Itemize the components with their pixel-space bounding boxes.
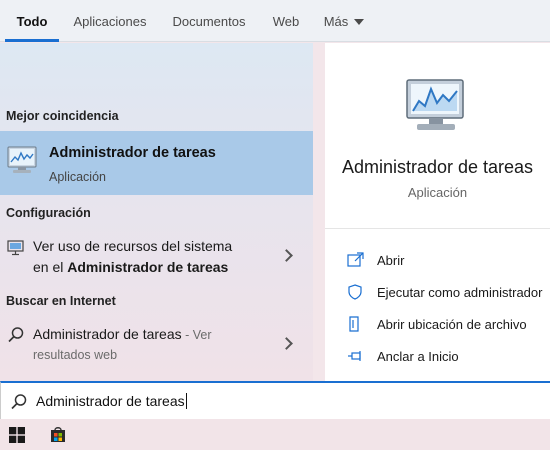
web-result[interactable]: Administrador de tareas - Ver resultados… xyxy=(0,320,313,370)
best-match-subtitle: Aplicación xyxy=(49,170,106,184)
chevron-right-icon[interactable] xyxy=(280,337,293,350)
search-icon xyxy=(10,393,28,416)
tab-mas[interactable]: Más xyxy=(318,0,370,42)
tab-documentos[interactable]: Documentos xyxy=(163,0,255,42)
action-run-as-admin[interactable]: Ejecutar como administrador xyxy=(347,284,542,300)
web-result-suffix: - Ver xyxy=(181,328,212,342)
text-cursor xyxy=(185,393,187,409)
section-settings: Configuración xyxy=(6,206,91,220)
section-best-match: Mejor coincidencia xyxy=(6,109,119,123)
store-icon[interactable] xyxy=(50,426,66,448)
monitor-settings-icon xyxy=(7,239,25,262)
settings-result[interactable]: Ver uso de recursos del sistema en el Ad… xyxy=(0,231,313,283)
task-manager-icon xyxy=(6,145,38,180)
search-tabs: Todo Aplicaciones Documentos Web Más xyxy=(0,0,550,42)
windows-start-icon[interactable] xyxy=(9,427,25,448)
web-result-line1: Administrador de tareas - Ver xyxy=(33,326,212,342)
action-label: Abrir ubicación de archivo xyxy=(377,316,527,332)
section-web: Buscar en Internet xyxy=(6,294,116,308)
chevron-right-icon[interactable] xyxy=(280,249,293,262)
settings-result-line2: en el Administrador de tareas xyxy=(33,259,228,275)
search-icon xyxy=(7,326,25,349)
file-location-icon xyxy=(349,316,359,332)
task-manager-large-icon xyxy=(403,77,469,140)
action-label: Ejecutar como administrador xyxy=(377,284,543,300)
taskbar xyxy=(0,419,550,450)
action-label: Abrir xyxy=(377,252,405,268)
tab-web[interactable]: Web xyxy=(263,0,309,42)
search-box[interactable]: Administrador de tareas xyxy=(0,381,550,419)
search-input[interactable]: Administrador de tareas xyxy=(36,393,187,409)
action-pin-to-start[interactable]: Anclar a Inicio xyxy=(347,348,459,364)
tab-aplicaciones[interactable]: Aplicaciones xyxy=(64,0,156,42)
settings-result-line1: Ver uso de recursos del sistema xyxy=(33,238,233,254)
best-match-title: Administrador de tareas xyxy=(49,145,216,161)
settings-result-bold: Administrador de tareas xyxy=(67,259,229,275)
search-input-value: Administrador de tareas xyxy=(36,393,185,409)
preview-pane: Administrador de tareas Aplicación Abrir… xyxy=(325,43,550,381)
settings-result-prefix: en el xyxy=(33,259,68,275)
action-label: Anclar a Inicio xyxy=(377,348,459,364)
tab-label: Aplicaciones xyxy=(73,13,147,29)
preview-title: Administrador de tareas xyxy=(341,157,534,177)
tab-label: Todo xyxy=(16,13,48,29)
web-result-line2: resultados web xyxy=(33,348,118,362)
tab-label: Más xyxy=(323,13,349,29)
open-icon xyxy=(347,252,364,267)
tab-todo[interactable]: Todo xyxy=(5,0,59,42)
preview-type: Aplicación xyxy=(407,185,468,200)
results-pane: Mejor coincidencia Administrador de tare… xyxy=(0,43,313,381)
pin-icon xyxy=(348,351,361,361)
web-result-title: Administrador de tareas xyxy=(33,326,182,342)
divider xyxy=(325,228,550,229)
chevron-down-icon xyxy=(354,18,365,25)
action-open[interactable]: Abrir xyxy=(347,252,404,268)
shield-icon xyxy=(348,284,362,300)
tab-label: Documentos xyxy=(172,13,246,29)
best-match-result[interactable]: Administrador de tareas Aplicación xyxy=(0,131,313,195)
tab-label: Web xyxy=(272,13,300,29)
action-open-file-location[interactable]: Abrir ubicación de archivo xyxy=(347,316,527,332)
